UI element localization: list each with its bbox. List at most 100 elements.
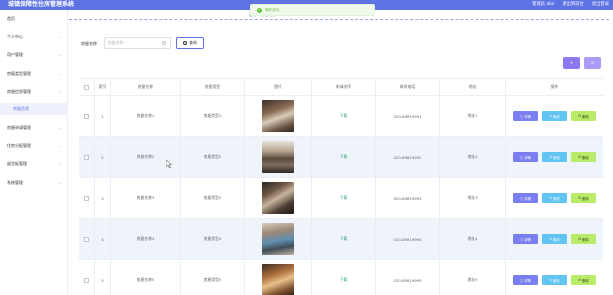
row-actions: ⓘ 详情 ✎ 修改 ⊟ 删除 xyxy=(506,178,603,218)
sidebar-item-house-types[interactable]: 房屋类型管理 ⌄ xyxy=(0,68,68,80)
chevron-down-icon: ⌄ xyxy=(57,143,61,148)
row-actions: ⓘ 详情 ✎ 修改 ⊟ 删除 xyxy=(506,137,603,177)
search-input[interactable]: 房屋名称 xyxy=(104,37,171,49)
user-label: 管理员 abo xyxy=(532,2,555,7)
row-actions: ⓘ 详情 ✎ 修改 ⊟ 删除 xyxy=(506,219,603,259)
delete-button[interactable]: ⊟ 删除 xyxy=(571,275,596,285)
row-name: 房屋名称1 xyxy=(111,96,181,136)
detail-button[interactable]: ⓘ 详情 xyxy=(513,275,538,285)
detail-button[interactable]: ⓘ 详情 xyxy=(513,193,538,203)
row-status-link[interactable]: 下载 xyxy=(312,260,376,295)
edit-icon: ✎ xyxy=(549,114,553,118)
house-photo[interactable] xyxy=(262,141,294,173)
header-type: 房屋类型 xyxy=(181,79,245,95)
row-checkbox[interactable] xyxy=(84,154,89,160)
edit-icon: ✎ xyxy=(549,196,553,200)
detail-button[interactable]: ⓘ 详情 xyxy=(513,152,538,162)
sidebar-item-users[interactable]: 用户管理 ⌄ xyxy=(0,49,68,61)
delete-button[interactable]: ⊟ 删除 xyxy=(571,152,596,162)
sidebar-item-messages[interactable]: 留言板管理 ⌄ xyxy=(0,158,68,170)
edit-button[interactable]: ✎ 修改 xyxy=(542,193,567,203)
edit-icon: ✎ xyxy=(549,155,553,159)
chevron-down-icon: ⌄ xyxy=(57,161,61,166)
edit-button[interactable]: ✎ 修改 xyxy=(542,234,567,244)
logout-link[interactable]: 退出登录 xyxy=(592,1,609,9)
sidebar-item-allocation[interactable]: 住房分配管理 ⌄ xyxy=(0,140,68,152)
row-index: 5 xyxy=(95,260,111,295)
row-actions: ⓘ 详情 ✎ 修改 ⊟ 删除 xyxy=(506,260,603,295)
chevron-down-icon: ⌄ xyxy=(57,180,61,185)
row-index: 1 xyxy=(95,96,111,136)
row-status-link[interactable]: 下载 xyxy=(312,178,376,218)
detail-button[interactable]: ⓘ 详情 xyxy=(513,234,538,244)
batch-delete-button[interactable]: ⊖ xyxy=(584,57,601,69)
row-select[interactable] xyxy=(79,96,95,136)
edit-button[interactable]: ✎ 修改 xyxy=(542,275,567,285)
sidebar-item-house-info[interactable]: 房屋信息管理 ⌄ xyxy=(0,86,68,98)
house-photo[interactable] xyxy=(262,264,294,295)
row-checkbox[interactable] xyxy=(84,195,89,201)
edit-button[interactable]: ✎ 修改 xyxy=(542,111,567,121)
row-index: 2 xyxy=(95,137,111,177)
house-photo[interactable] xyxy=(262,100,294,132)
sidebar-item-system[interactable]: 系统管理 ⌄ xyxy=(0,177,68,189)
sidebar-item-applications[interactable]: 房屋申请管理 ⌄ xyxy=(0,122,68,134)
header-phone: 联系电话 xyxy=(376,79,440,95)
row-index: 3 xyxy=(95,178,111,218)
search-button-label: 查询 xyxy=(189,40,197,45)
row-select[interactable] xyxy=(79,219,95,259)
header-select[interactable] xyxy=(79,79,95,95)
info-icon: ⓘ xyxy=(519,196,524,201)
search-button[interactable]: 查询 xyxy=(176,37,204,49)
house-photo[interactable] xyxy=(262,182,294,214)
sidebar-item-label: 房屋申请管理 xyxy=(7,125,31,130)
row-select[interactable] xyxy=(79,178,95,218)
house-photo[interactable] xyxy=(262,223,294,255)
delete-button[interactable]: ⊟ 删除 xyxy=(571,193,596,203)
sidebar-item-label: 住房分配管理 xyxy=(7,143,31,148)
row-checkbox[interactable] xyxy=(84,113,89,119)
delete-button[interactable]: ⊟ 删除 xyxy=(571,111,596,121)
row-actions: ⓘ 详情 ✎ 修改 ⊟ 删除 xyxy=(506,96,603,136)
header-index: 索引 xyxy=(95,79,111,95)
delete-label: 删除 xyxy=(582,278,589,283)
info-icon: ⓘ xyxy=(519,237,524,242)
row-name: 房屋名称2 xyxy=(111,137,181,177)
front-link[interactable]: 退出到前台 xyxy=(562,1,583,9)
search-placeholder: 房屋名称 xyxy=(108,40,124,45)
toast-message: 操作成功 xyxy=(265,7,280,12)
detail-label: 详情 xyxy=(524,114,532,119)
trash-icon: ⊟ xyxy=(578,114,582,118)
sidebar-item-profile[interactable]: 个人中心 ⌄ xyxy=(0,31,68,43)
select-all-checkbox[interactable] xyxy=(84,84,89,90)
edit-label: 修改 xyxy=(553,155,560,160)
delete-label: 删除 xyxy=(582,196,589,201)
info-icon: ⓘ xyxy=(519,278,524,283)
header-order: 申请次序 xyxy=(312,79,376,95)
row-status-link[interactable]: 下载 xyxy=(312,219,376,259)
row-select[interactable] xyxy=(79,260,95,295)
row-phone: 020-89819993 xyxy=(376,178,440,218)
add-button[interactable]: + xyxy=(563,57,580,69)
detail-button[interactable]: ⓘ 详情 xyxy=(513,111,538,121)
row-select[interactable] xyxy=(79,137,95,177)
delete-button[interactable]: ⊟ 删除 xyxy=(571,234,596,244)
row-status-link[interactable]: 下载 xyxy=(312,96,376,136)
row-phone: 020-89819991 xyxy=(376,96,440,136)
edit-icon: ✎ xyxy=(549,278,553,282)
row-status-link[interactable]: 下载 xyxy=(312,137,376,177)
row-phone: 020-89819994 xyxy=(376,219,440,259)
sidebar-item-home[interactable]: 首页 xyxy=(0,13,68,25)
sidebar-subitem-house-info[interactable]: 房屋信息 xyxy=(0,103,68,115)
table-row: 1 房屋名称1 房屋类型1 下载 020-89819991 地址1 ⓘ 详情 ✎ 修… xyxy=(79,96,603,137)
sidebar-item-label: 用户管理 xyxy=(7,52,23,57)
row-checkbox[interactable] xyxy=(84,277,89,283)
table-header: 索引 房屋名称 房屋类型 图片 申请次序 联系电话 地址 操作 xyxy=(79,79,603,96)
table-row: 3 房屋名称3 房屋类型3 下载 020-89819993 地址3 ⓘ 详情 ✎ 修… xyxy=(79,178,603,219)
edit-button[interactable]: ✎ 修改 xyxy=(542,152,567,162)
header-image: 图片 xyxy=(245,79,312,95)
house-table: 索引 房屋名称 房屋类型 图片 申请次序 联系电话 地址 操作 1 房屋名称1 … xyxy=(79,78,603,295)
delete-label: 删除 xyxy=(582,237,589,242)
row-checkbox[interactable] xyxy=(84,236,89,242)
row-address: 地址5 xyxy=(440,260,506,295)
